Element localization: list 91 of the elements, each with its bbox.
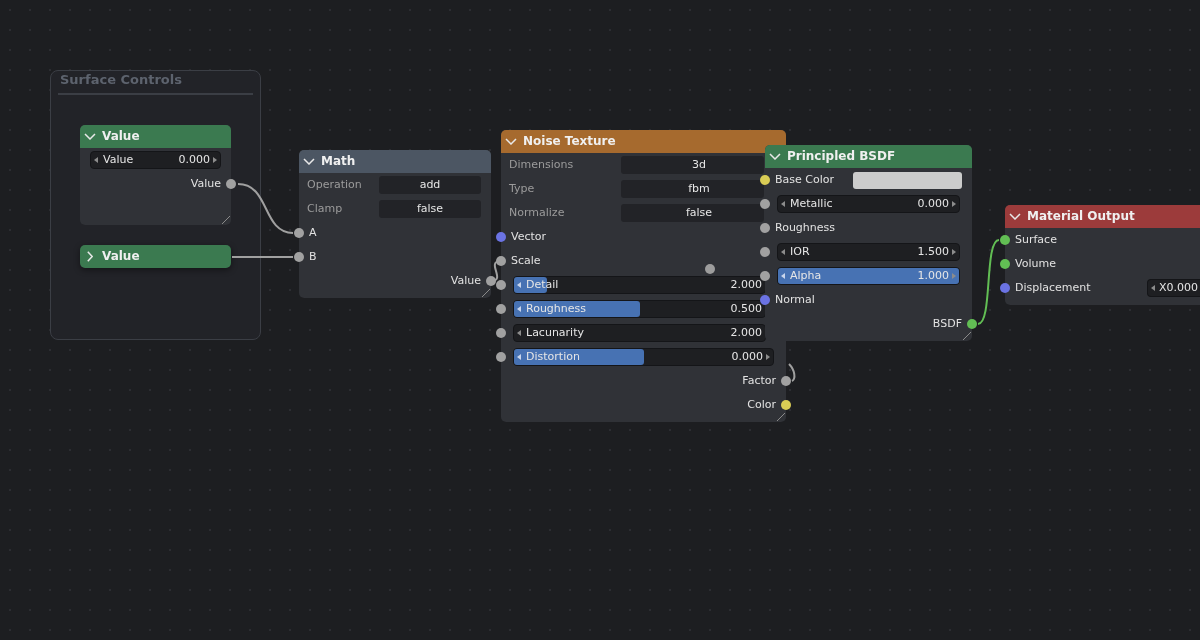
socket-icon[interactable] [496, 304, 506, 314]
socket-icon[interactable] [496, 232, 506, 242]
socket-icon[interactable] [496, 280, 506, 290]
node-panel[interactable]: Material Output Surface Volume Displacement X0.000 [1000, 205, 1200, 305]
resize-handle-icon[interactable] [482, 289, 490, 297]
chevron-down-icon[interactable] [769, 153, 781, 160]
slider-field[interactable]: Alpha 1.000 [777, 267, 960, 285]
left-arrow-icon[interactable] [94, 157, 98, 163]
socket-icon[interactable] [294, 228, 304, 238]
property-label: Type [509, 182, 535, 196]
node-title: Noise Texture [523, 134, 616, 149]
left-arrow-icon[interactable] [517, 282, 521, 288]
socket-label: Vector [511, 230, 547, 244]
chevron-down-icon[interactable] [505, 138, 517, 145]
dropdown-field[interactable]: false [379, 200, 481, 218]
socket-label: Volume [1015, 257, 1056, 271]
node-header[interactable]: Value [80, 125, 231, 148]
dropdown-field[interactable]: false [621, 204, 764, 222]
node-header[interactable]: Principled BSDF [765, 145, 972, 168]
socket-icon[interactable] [705, 264, 715, 274]
property-label: Dimensions [509, 158, 574, 172]
property-label: Normalize [509, 206, 565, 220]
socket-icon[interactable] [226, 179, 236, 189]
property-label: Clamp [307, 202, 343, 216]
color-swatch[interactable] [853, 171, 962, 189]
right-arrow-icon[interactable] [213, 157, 217, 163]
socket-icon[interactable] [760, 175, 770, 185]
socket-icon[interactable] [1000, 259, 1010, 269]
left-arrow-icon[interactable] [517, 354, 521, 360]
socket-icon[interactable] [486, 276, 496, 286]
property-label: Operation [307, 178, 362, 192]
node-header[interactable]: Math [299, 150, 491, 173]
right-arrow-icon[interactable] [766, 354, 770, 360]
node-panel[interactable]: Math Operation add Clamp false A B Value [294, 150, 496, 298]
node-header[interactable]: Value [80, 245, 231, 268]
left-arrow-icon[interactable] [781, 249, 785, 255]
slider-field[interactable]: Value 0.000 [90, 151, 221, 169]
slider-field[interactable]: Metallic 0.000 [777, 195, 960, 213]
socket-icon[interactable] [760, 271, 770, 281]
socket-icon[interactable] [1000, 283, 1010, 293]
right-arrow-icon[interactable] [952, 249, 956, 255]
resize-handle-icon[interactable] [222, 216, 230, 224]
socket-icon[interactable] [496, 256, 506, 266]
socket-label: Value [190, 177, 221, 191]
left-arrow-icon[interactable] [781, 201, 785, 207]
dropdown-field[interactable]: fbm [621, 180, 764, 198]
socket-icon[interactable] [496, 352, 506, 362]
dropdown-field[interactable]: 3d [621, 156, 764, 174]
socket-icon[interactable] [967, 319, 977, 329]
socket-icon[interactable] [760, 223, 770, 233]
socket-icon[interactable] [294, 252, 304, 262]
socket-label: B [309, 250, 317, 264]
node-title: Value [102, 249, 140, 264]
right-arrow-icon[interactable] [952, 201, 956, 207]
socket-icon[interactable] [760, 247, 770, 257]
frame-panel[interactable]: Surface Controls Value Value 0.000 Value Value [50, 70, 261, 340]
slider-field[interactable]: Roughness 0.500 [513, 300, 766, 318]
socket-label: A [309, 226, 317, 240]
socket-icon[interactable] [781, 376, 791, 386]
slider-field[interactable]: IOR 1.500 [777, 243, 960, 261]
chevron-down-icon[interactable] [303, 158, 315, 165]
socket-label: Surface [1015, 233, 1057, 247]
node-title: Math [321, 154, 356, 169]
chevron-down-icon[interactable] [1009, 213, 1021, 220]
slider-field[interactable]: Distortion 0.000 [513, 348, 774, 366]
node-title: Value [102, 129, 140, 144]
socket-label: BSDF [932, 317, 962, 331]
socket-label: Scale [511, 254, 541, 268]
dropdown-field[interactable]: add [379, 176, 481, 194]
socket-label: Factor [742, 374, 776, 388]
chevron-down-icon[interactable] [84, 133, 96, 140]
left-arrow-icon[interactable] [517, 306, 521, 312]
chevron-right-icon[interactable] [87, 251, 93, 262]
node-header[interactable]: Material Output [1005, 205, 1200, 228]
left-arrow-icon[interactable] [517, 330, 521, 336]
socket-label: Value [450, 274, 481, 288]
number-field[interactable]: X0.000 [1147, 279, 1200, 297]
socket-icon[interactable] [496, 328, 506, 338]
left-arrow-icon[interactable] [781, 273, 785, 279]
socket-label: Displacement [1015, 281, 1091, 295]
socket-icon[interactable] [760, 199, 770, 209]
node-header[interactable]: Noise Texture [501, 130, 786, 153]
socket-label: Color [747, 398, 776, 412]
slider-field[interactable]: Lacunarity 2.000 [513, 324, 766, 342]
socket-icon[interactable] [1000, 235, 1010, 245]
left-arrow-icon[interactable] [1151, 285, 1155, 291]
frame-title: Surface Controls [60, 71, 182, 89]
resize-handle-icon[interactable] [777, 413, 785, 421]
resize-handle-icon[interactable] [963, 332, 971, 340]
socket-icon[interactable] [781, 400, 791, 410]
node-title: Material Output [1027, 209, 1135, 224]
